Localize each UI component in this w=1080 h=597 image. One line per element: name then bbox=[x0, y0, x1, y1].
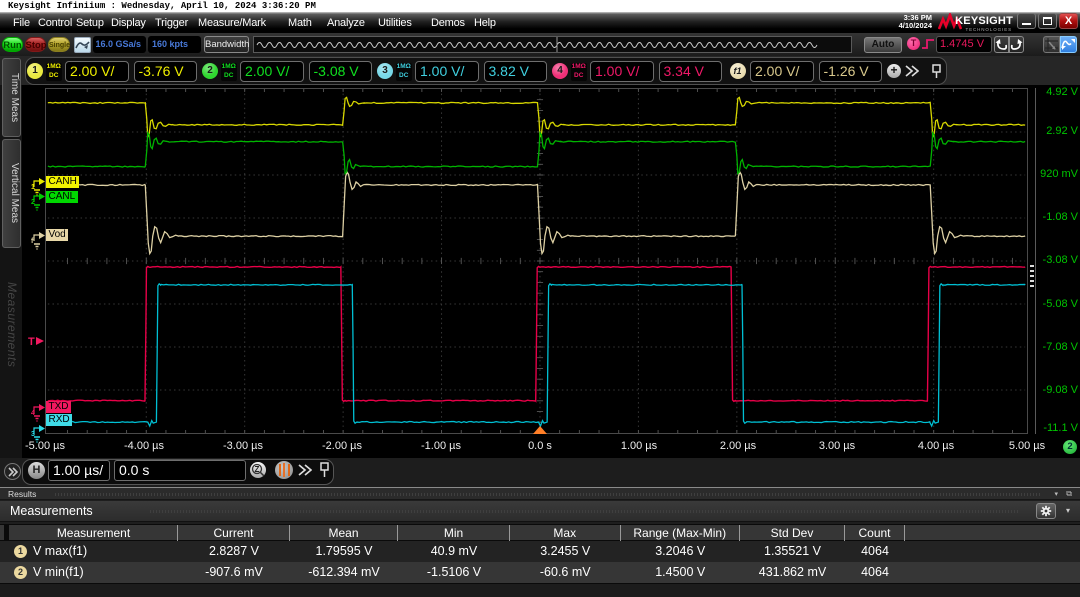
svg-text:4: 4 bbox=[31, 410, 35, 417]
svg-text:1: 1 bbox=[31, 184, 35, 191]
svg-text:3: 3 bbox=[31, 431, 35, 438]
svg-text:2: 2 bbox=[31, 199, 35, 206]
svg-text:Z: Z bbox=[255, 465, 260, 474]
